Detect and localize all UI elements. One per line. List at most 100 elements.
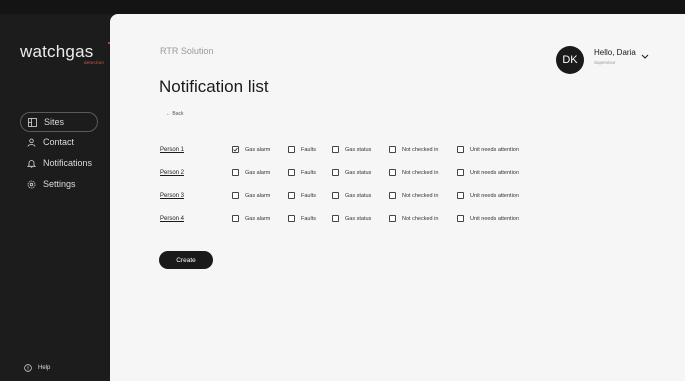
avatar[interactable]: DK: [556, 46, 584, 74]
gas-status-checkbox[interactable]: [332, 146, 339, 153]
notification-row: Person 2 Gas alarm Faults Gas status Not che…: [160, 169, 540, 181]
faults-option[interactable]: Faults: [288, 192, 316, 199]
not-checked-in-option[interactable]: Not checked in: [389, 192, 438, 199]
gas-status-option[interactable]: Gas status: [332, 215, 371, 222]
chevron-down-icon[interactable]: [640, 52, 650, 60]
faults-checkbox[interactable]: [288, 215, 295, 222]
gas-status-checkbox[interactable]: [332, 169, 339, 176]
page-title: Notification list: [159, 77, 269, 96]
gas-alarm-option[interactable]: Gas alarm: [232, 146, 270, 153]
unit-needs-attention-checkbox[interactable]: [457, 169, 464, 176]
unit-needs-attention-option[interactable]: Unit needs attention: [457, 146, 519, 153]
person-link[interactable]: Person 2: [160, 170, 184, 176]
logo-subtitle: detection: [84, 60, 105, 65]
bell-icon: [26, 158, 36, 168]
gas-status-option[interactable]: Gas status: [332, 192, 371, 199]
option-label: Not checked in: [402, 146, 439, 153]
person-link[interactable]: Person 1: [160, 147, 184, 153]
gas-alarm-checkbox[interactable]: [232, 169, 239, 176]
gas-status-option[interactable]: Gas status: [332, 146, 371, 153]
sidebar-item-contact[interactable]: Contact: [18, 132, 98, 152]
option-label: Faults: [301, 192, 316, 199]
notification-row: Person 1 Gas alarm Faults Gas status Not che…: [160, 146, 540, 158]
option-label: Unit needs attention: [470, 192, 519, 199]
sidebar-item-label: Sites: [44, 117, 65, 127]
gas-alarm-option[interactable]: Gas alarm: [232, 192, 270, 199]
option-label: Not checked in: [402, 215, 439, 222]
option-label: Gas status: [345, 192, 372, 199]
building-icon: [27, 117, 37, 127]
sidebar-item-sites[interactable]: Sites: [20, 112, 98, 132]
not-checked-in-checkbox[interactable]: [389, 215, 396, 222]
not-checked-in-checkbox[interactable]: [389, 146, 396, 153]
sidebar-item-notifications[interactable]: Notifications: [18, 153, 98, 173]
gas-alarm-option[interactable]: Gas alarm: [232, 215, 270, 222]
gas-alarm-checkbox[interactable]: [232, 146, 239, 153]
option-label: Gas alarm: [245, 146, 271, 153]
gas-status-checkbox[interactable]: [332, 192, 339, 199]
logo-text: watchgas: [20, 42, 94, 61]
create-button[interactable]: Create: [159, 251, 213, 269]
gas-alarm-checkbox[interactable]: [232, 192, 239, 199]
breadcrumb[interactable]: RTR Solution: [160, 46, 213, 56]
person-icon: [26, 137, 36, 147]
back-label: Back: [172, 111, 184, 117]
option-label: Not checked in: [402, 192, 439, 199]
help-label: Help: [38, 365, 51, 371]
unit-needs-attention-option[interactable]: Unit needs attention: [457, 192, 519, 199]
notification-row: Person 4 Gas alarm Faults Gas status Not che…: [160, 215, 540, 227]
faults-checkbox[interactable]: [288, 169, 295, 176]
gas-status-checkbox[interactable]: [332, 215, 339, 222]
user-role: Supervisor: [594, 60, 616, 65]
gear-icon: [26, 179, 36, 189]
unit-needs-attention-checkbox[interactable]: [457, 146, 464, 153]
unit-needs-attention-option[interactable]: Unit needs attention: [457, 215, 519, 222]
not-checked-in-option[interactable]: Not checked in: [389, 169, 438, 176]
option-label: Gas alarm: [245, 169, 271, 176]
not-checked-in-option[interactable]: Not checked in: [389, 146, 438, 153]
not-checked-in-checkbox[interactable]: [389, 169, 396, 176]
not-checked-in-option[interactable]: Not checked in: [389, 215, 438, 222]
watchgas-logo[interactable]: watchgas detection: [20, 35, 117, 65]
option-label: Gas status: [345, 146, 372, 153]
help-link[interactable]: Help: [24, 364, 50, 372]
window-top-bar: [0, 0, 685, 14]
faults-option[interactable]: Faults: [288, 146, 316, 153]
option-label: Not checked in: [402, 169, 439, 176]
gas-status-option[interactable]: Gas status: [332, 169, 371, 176]
option-label: Faults: [301, 215, 316, 222]
faults-option[interactable]: Faults: [288, 215, 316, 222]
not-checked-in-checkbox[interactable]: [389, 192, 396, 199]
user-greeting: Hello, Daria: [594, 48, 636, 57]
option-label: Unit needs attention: [470, 169, 519, 176]
sidebar: watchgas detection Sites Contact Notific…: [0, 14, 117, 381]
faults-option[interactable]: Faults: [288, 169, 316, 176]
back-link[interactable]: ← Back: [166, 111, 184, 117]
sidebar-item-label: Notifications: [43, 158, 93, 168]
sidebar-item-label: Contact: [43, 137, 75, 147]
notification-row: Person 3 Gas alarm Faults Gas status Not che…: [160, 192, 540, 204]
option-label: Gas status: [345, 215, 372, 222]
option-label: Faults: [301, 146, 316, 153]
gas-alarm-checkbox[interactable]: [232, 215, 239, 222]
faults-checkbox[interactable]: [288, 192, 295, 199]
option-label: Gas status: [345, 169, 372, 176]
option-label: Unit needs attention: [470, 146, 519, 153]
unit-needs-attention-option[interactable]: Unit needs attention: [457, 169, 519, 176]
gas-alarm-option[interactable]: Gas alarm: [232, 169, 270, 176]
person-link[interactable]: Person 4: [160, 216, 184, 222]
person-link[interactable]: Person 3: [160, 193, 184, 199]
help-icon: [24, 364, 32, 372]
unit-needs-attention-checkbox[interactable]: [457, 192, 464, 199]
option-label: Gas alarm: [245, 215, 271, 222]
option-label: Faults: [301, 169, 316, 176]
option-label: Unit needs attention: [470, 215, 519, 222]
sidebar-item-label: Settings: [43, 179, 76, 189]
main-panel: RTR Solution Notification list ← Back DK…: [110, 14, 685, 381]
sidebar-item-settings[interactable]: Settings: [18, 174, 98, 194]
back-arrow-icon: ←: [166, 111, 171, 117]
unit-needs-attention-checkbox[interactable]: [457, 215, 464, 222]
option-label: Gas alarm: [245, 192, 271, 199]
checkmark-icon: [233, 147, 238, 152]
faults-checkbox[interactable]: [288, 146, 295, 153]
